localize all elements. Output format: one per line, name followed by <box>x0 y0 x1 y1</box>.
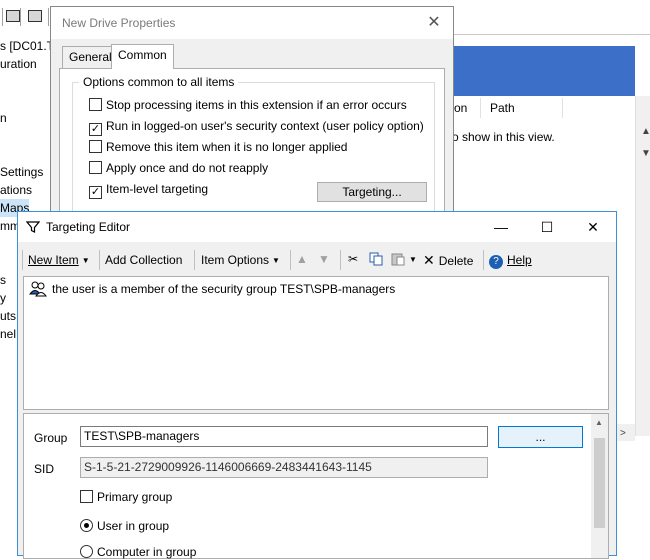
tree-item[interactable]: n <box>0 109 7 127</box>
tree-item[interactable]: ations <box>0 181 32 199</box>
targeting-item-details: Group TEST\SPB-managers ... SID S-1-5-21… <box>23 413 609 559</box>
console-icon[interactable] <box>28 10 42 22</box>
tree-item[interactable]: uts <box>0 307 16 325</box>
tree-item[interactable]: s <box>0 271 6 289</box>
option-remove-when-not-applied[interactable]: Remove this item when it is no longer ap… <box>89 139 347 157</box>
save-icon[interactable] <box>6 10 20 22</box>
checkbox[interactable] <box>89 98 102 111</box>
column-header-path[interactable]: Path <box>490 96 515 120</box>
paste-icon[interactable] <box>390 251 406 267</box>
tree-item[interactable]: uration <box>0 55 37 73</box>
security-group-icon <box>29 281 47 297</box>
scroll-up-icon[interactable]: ▲ <box>595 418 603 427</box>
editor-toolbar: New Item ▼ Add Collection Item Options ▼ ▲… <box>18 244 616 274</box>
new-item-menu[interactable]: New Item ▼ <box>28 251 90 269</box>
group-field[interactable]: TEST\SPB-managers <box>80 426 488 447</box>
checkbox[interactable] <box>80 490 93 503</box>
browse-group-button[interactable]: ... <box>498 426 583 448</box>
option-stop-processing[interactable]: Stop processing items in this extension … <box>89 97 407 115</box>
targeting-item-security-group[interactable]: the user is a member of the security gro… <box>52 281 395 297</box>
radio[interactable] <box>80 545 93 558</box>
close-icon[interactable]: ✕ <box>423 12 445 34</box>
dialog-title: New Drive Properties <box>51 7 453 39</box>
checkbox[interactable] <box>89 140 102 153</box>
option-apply-once[interactable]: Apply once and do not reapply <box>89 160 268 178</box>
move-up-icon[interactable]: ▲ <box>294 251 310 267</box>
options-group-title: Options common to all items <box>79 75 239 89</box>
option-run-in-user-context[interactable]: ✓ Run in logged-on user's security contex… <box>89 118 424 136</box>
dropdown-arrow-icon: ▼ <box>272 256 280 265</box>
sid-field[interactable]: S-1-5-21-2729009926-1146006669-248344164… <box>80 457 488 478</box>
delete-x-icon: ✕ <box>423 252 435 268</box>
checkbox-checked[interactable]: ✓ <box>89 123 102 136</box>
close-icon[interactable]: ✕ <box>570 212 616 242</box>
details-vertical-scrollbar[interactable]: ▲ <box>591 414 608 558</box>
add-collection-button[interactable]: Add Collection <box>105 251 182 269</box>
minimize-icon[interactable]: — <box>478 212 524 242</box>
option-item-level-targeting[interactable]: ✓ Item-level targeting <box>89 181 208 199</box>
delete-button[interactable]: ✕ Delete <box>423 251 473 269</box>
item-options-menu[interactable]: Item Options ▼ <box>201 251 280 269</box>
chevron-down-icon: ▼ <box>641 148 650 159</box>
tab-common[interactable]: Common <box>111 44 174 69</box>
user-in-group-option[interactable]: User in group <box>80 518 169 534</box>
chevron-right-icon[interactable]: > <box>620 428 626 439</box>
primary-group-option[interactable]: Primary group <box>80 489 172 505</box>
computer-in-group-option[interactable]: Computer in group <box>80 544 196 560</box>
maximize-icon[interactable]: ☐ <box>524 212 570 242</box>
tree-item[interactable]: Settings <box>0 163 43 181</box>
targeting-button[interactable]: Targeting... <box>317 182 427 202</box>
column-header-name[interactable]: on <box>454 96 467 120</box>
tree-item[interactable]: y <box>0 289 6 307</box>
move-down-icon[interactable]: ▼ <box>316 251 332 267</box>
window-title: Targeting Editor <box>46 220 131 234</box>
paste-dropdown-icon[interactable]: ▼ <box>409 251 417 269</box>
targeting-editor-window: Targeting Editor — ☐ ✕ New Item ▼ Add Col… <box>17 211 617 559</box>
tree-item[interactable]: nel <box>0 325 16 343</box>
options-group: Options common to all items Stop process… <box>72 75 435 217</box>
group-label: Group <box>34 431 68 445</box>
radio-selected[interactable] <box>80 519 93 532</box>
checkbox[interactable] <box>89 161 102 174</box>
vertical-scrollbar[interactable] <box>635 96 650 436</box>
filter-icon <box>26 221 40 233</box>
targeting-items-tree[interactable]: the user is a member of the security gro… <box>23 276 609 410</box>
help-icon: ? <box>489 255 503 269</box>
empty-list-message: o show in this view. <box>452 130 555 144</box>
sid-label: SID <box>34 462 55 476</box>
dropdown-arrow-icon: ▼ <box>81 256 90 265</box>
checkbox-checked[interactable]: ✓ <box>89 186 102 199</box>
scrollbar-thumb[interactable] <box>594 438 605 528</box>
copy-icon[interactable] <box>368 251 384 267</box>
common-tab-page: Options common to all items Stop process… <box>59 68 445 228</box>
title-bar: Targeting Editor — ☐ ✕ <box>18 212 616 242</box>
cut-icon[interactable]: ✂ <box>345 251 361 267</box>
help-button[interactable]: ? Help <box>489 251 532 269</box>
new-drive-properties-dialog: New Drive Properties ✕ General Common Op… <box>50 6 454 228</box>
chevron-up-icon: ▲ <box>641 126 650 137</box>
